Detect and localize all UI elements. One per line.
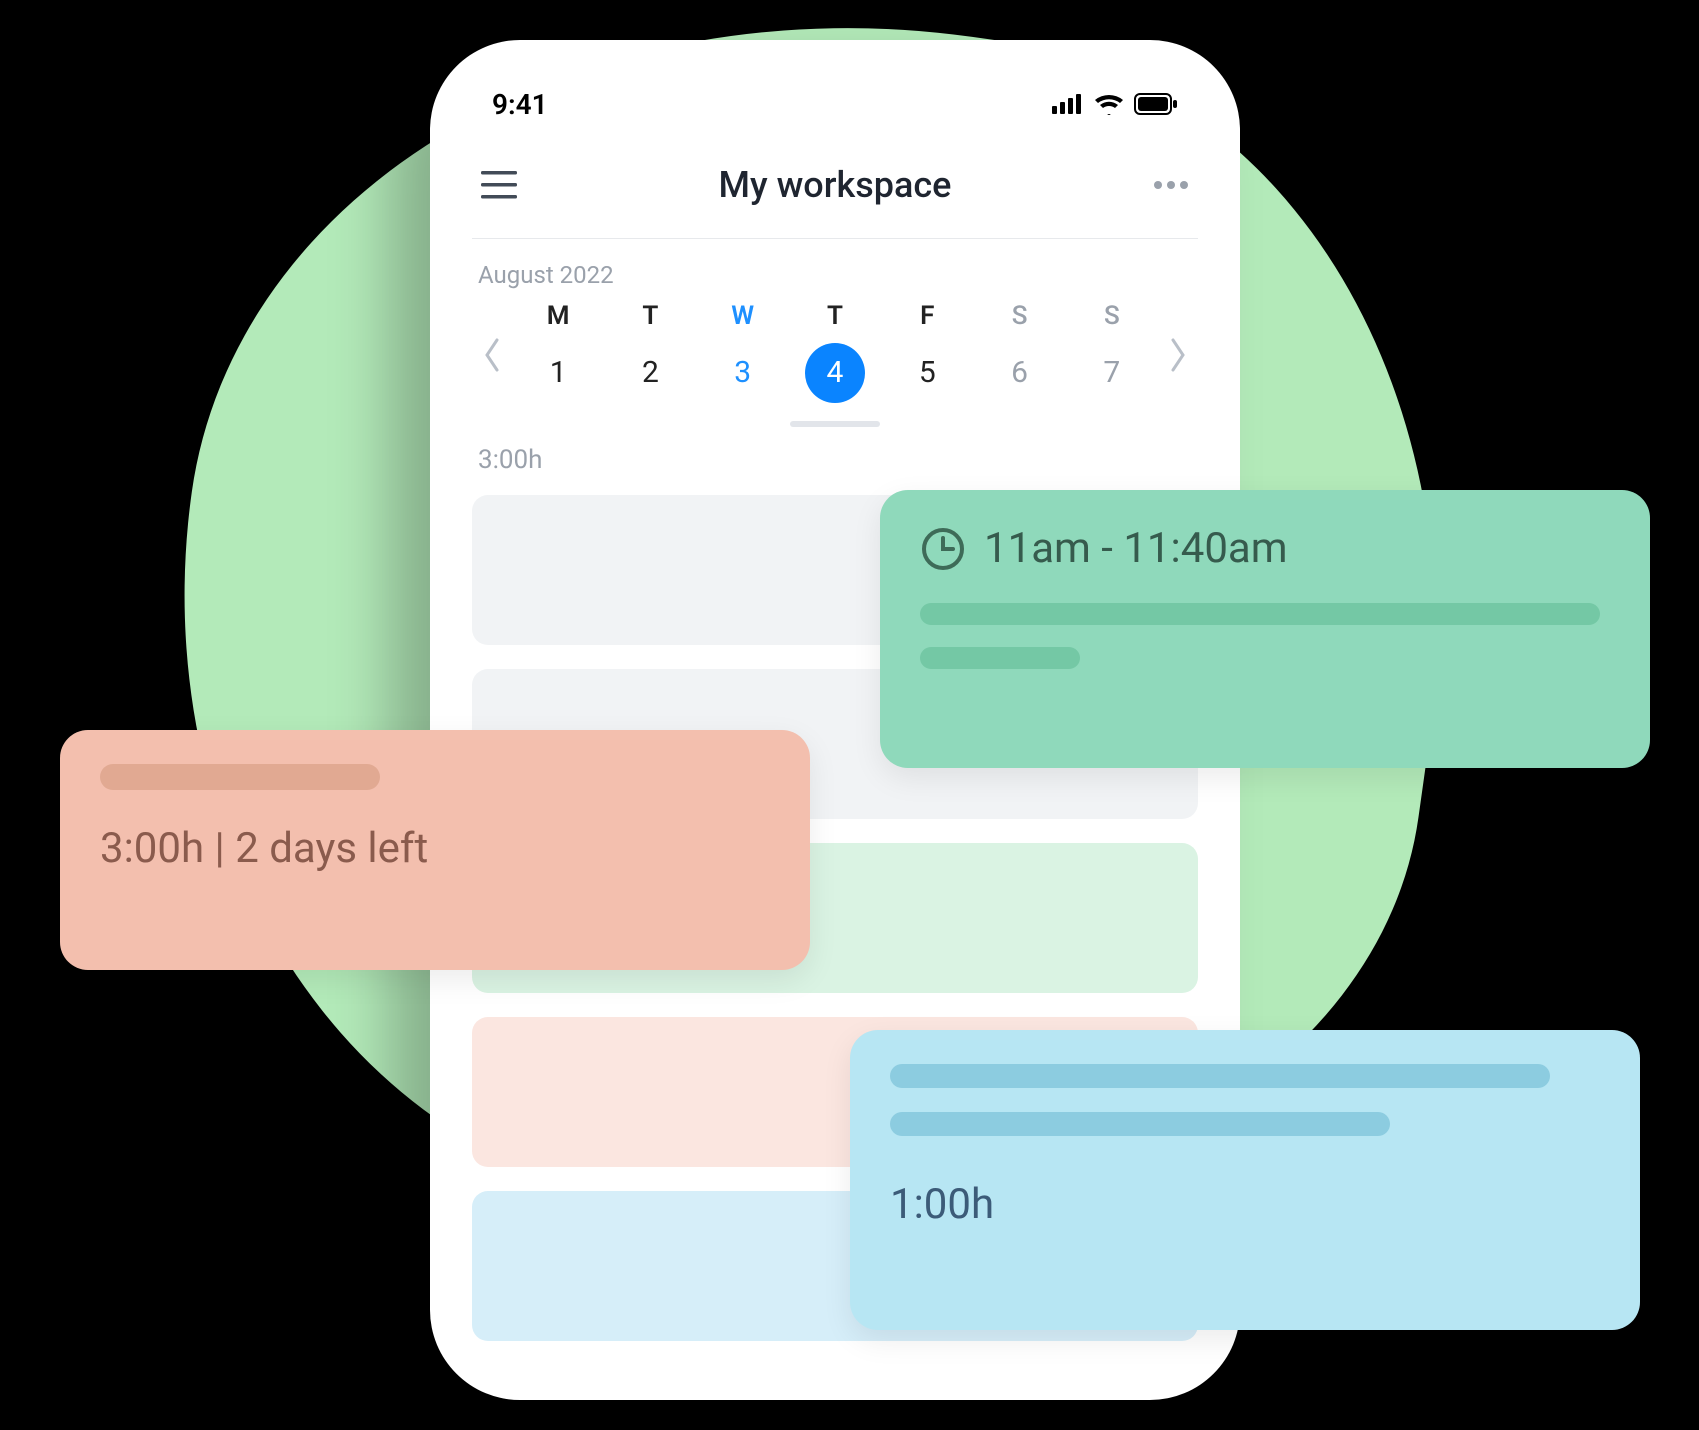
calendar-dow: T — [642, 301, 658, 331]
placeholder-text — [890, 1064, 1550, 1088]
event-duration: 1:00h — [890, 1180, 1600, 1229]
placeholder-text — [890, 1112, 1390, 1136]
calendar-day[interactable]: F5 — [881, 297, 973, 413]
event-card-pink[interactable]: 3:00h | 2 days left — [60, 730, 810, 970]
placeholder-text — [920, 647, 1080, 669]
calendar-daynum: 3 — [713, 343, 773, 403]
drag-handle-icon[interactable] — [790, 421, 880, 427]
calendar-day[interactable]: S6 — [973, 297, 1065, 413]
event-card-green[interactable]: 11am - 11:40am — [880, 490, 1650, 768]
next-week-button[interactable] — [1158, 305, 1198, 405]
calendar-daynum: 7 — [1082, 343, 1142, 403]
status-time: 9:41 — [492, 88, 548, 121]
battery-icon — [1134, 93, 1178, 115]
calendar-week-strip: M1T2W3T4F5S6S7 — [472, 297, 1198, 413]
clock-icon — [920, 526, 966, 572]
calendar-dow: S — [1104, 301, 1120, 331]
calendar-daynum: 2 — [620, 343, 680, 403]
calendar-dow: F — [920, 301, 934, 331]
calendar-dow: S — [1012, 301, 1028, 331]
placeholder-text — [100, 764, 380, 790]
calendar-day[interactable]: M1 — [512, 297, 604, 413]
calendar-dow: M — [547, 301, 570, 331]
calendar-daynum: 6 — [990, 343, 1050, 403]
prev-week-button[interactable] — [472, 305, 512, 405]
calendar-dow: W — [731, 301, 754, 331]
event-card-blue[interactable]: 1:00h — [850, 1030, 1640, 1330]
placeholder-text — [920, 603, 1600, 625]
app-header: My workspace — [472, 156, 1198, 239]
cellular-icon — [1052, 94, 1084, 114]
calendar-dow: T — [827, 301, 843, 331]
page-title: My workspace — [719, 164, 952, 206]
calendar-day[interactable]: S7 — [1066, 297, 1158, 413]
calendar-daynum: 1 — [528, 343, 588, 403]
calendar-daynum: 4 — [805, 343, 865, 403]
status-icons — [1052, 93, 1178, 115]
menu-icon[interactable] — [476, 162, 522, 208]
day-total-hours: 3:00h — [472, 445, 1198, 475]
calendar-day[interactable]: W3 — [697, 297, 789, 413]
event-time-range: 11am - 11:40am — [984, 524, 1288, 573]
calendar-day[interactable]: T2 — [604, 297, 696, 413]
calendar-day[interactable]: T4 — [789, 297, 881, 413]
status-bar: 9:41 — [472, 76, 1198, 132]
wifi-icon — [1094, 93, 1124, 115]
calendar-daynum: 5 — [897, 343, 957, 403]
event-subtitle: 3:00h | 2 days left — [100, 824, 770, 873]
more-icon[interactable] — [1148, 162, 1194, 208]
calendar-month-label: August 2022 — [472, 261, 1198, 289]
